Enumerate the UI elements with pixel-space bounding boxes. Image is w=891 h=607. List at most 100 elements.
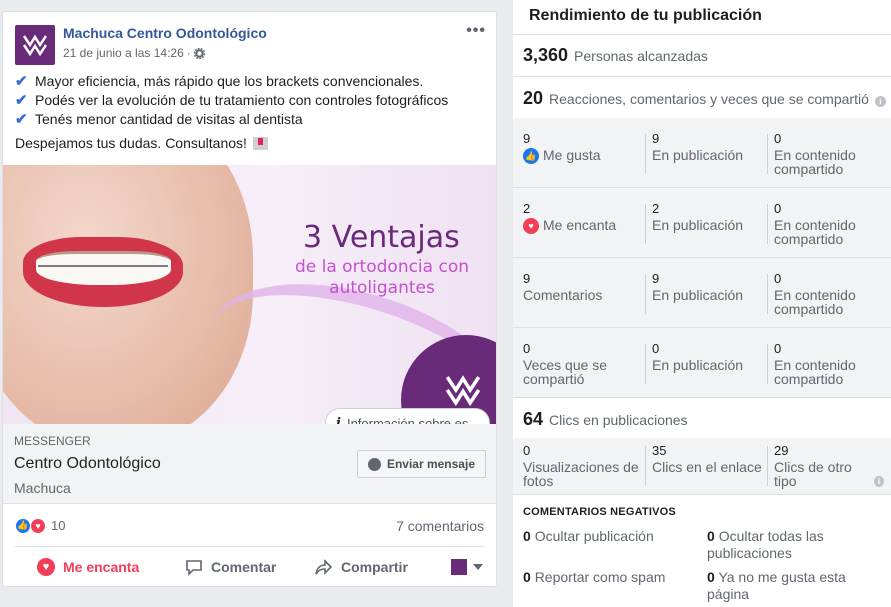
comment-button[interactable]: Comentar — [175, 559, 315, 576]
shares-on-post-value: 0 — [652, 341, 660, 356]
love-reaction-icon: ♥ — [30, 517, 46, 534]
loves-shared-value: 0 — [774, 201, 782, 216]
link-clicks: 35 Clics en el enlace — [652, 443, 762, 475]
messenger-cta[interactable]: MESSENGER Centro Odontológico Machuca En… — [3, 424, 496, 504]
post-closing-text: Despejamos tus dudas. Consultanos! — [15, 135, 247, 151]
post-card: Machuca Centro Odontológico 21 de junio … — [2, 11, 497, 587]
clicks-breakdown: 0 Visualizaciones de fotos 35 Clics en e… — [513, 438, 891, 494]
other-clicks: 29 Clics de otro tipo i — [774, 444, 884, 488]
loves-on-post: 2 En publicación — [652, 202, 744, 233]
loves-total-value: 2 — [523, 201, 531, 216]
gear-icon[interactable] — [193, 47, 205, 59]
teeth-illustration — [36, 251, 171, 285]
page-selector[interactable] — [451, 559, 483, 575]
shares-label: Veces que se compartió — [523, 357, 608, 387]
chevron-down-icon — [473, 564, 483, 570]
mailbox-emoji-icon — [252, 136, 268, 150]
info-icon[interactable]: i — [874, 96, 886, 107]
unlike-page-stat: 0 Ya no me gusta esta página — [707, 569, 882, 603]
reach-value: 3,360 — [523, 45, 569, 65]
tooth-logo-icon — [22, 34, 48, 57]
share-icon — [315, 559, 333, 575]
reactions-breakdown: 9 👍 Me gusta 9 En publicación 0 En conten… — [513, 118, 891, 398]
divider — [645, 274, 646, 314]
send-message-button[interactable]: Enviar mensaje — [356, 450, 486, 478]
tooth-logo-icon — [445, 375, 481, 407]
post-line: ✔ Mayor eficiencia, más rápido que los br… — [15, 72, 490, 91]
hide-post-stat: 0 Ocultar publicación — [523, 528, 698, 545]
likes-shared-label: En contenido compartido — [774, 147, 856, 177]
like-icon: 👍 — [523, 148, 539, 164]
divider — [767, 134, 768, 174]
hide-all-value: 0 — [707, 528, 715, 544]
cta-subtitle: Machuca — [14, 480, 71, 496]
photo-views-value: 0 — [523, 443, 531, 458]
divider — [767, 274, 768, 314]
messenger-icon — [367, 457, 381, 471]
post-timestamp[interactable]: 21 de junio a las 14:26 · — [63, 46, 205, 60]
clicks-stat: 64 Clics en publicaciones — [523, 409, 688, 430]
breakdown-row-loves: 2 ♥ Me encanta 2 En publicación 0 En cont… — [513, 188, 891, 258]
divider — [645, 134, 646, 174]
divider — [767, 344, 768, 384]
comments-on-post: 9 En publicación — [652, 272, 743, 303]
page-avatar-icon — [451, 559, 467, 575]
shares-shared-label: En contenido compartido — [774, 357, 856, 387]
report-spam-stat: 0 Reportar como spam — [523, 569, 698, 586]
post-line-text: Mayor eficiencia, más rápido que los bra… — [35, 73, 424, 89]
share-button[interactable]: Compartir — [315, 559, 445, 575]
unlike-page-value: 0 — [707, 569, 715, 585]
shares-on-post: 0 En publicación — [652, 341, 743, 373]
post-line-text: Podés ver la evolución de tu tratamiento… — [35, 92, 449, 108]
page-name-link[interactable]: Machuca Centro Odontológico — [63, 25, 267, 41]
send-message-label: Enviar mensaje — [386, 457, 475, 471]
divider — [513, 34, 891, 35]
comments-shared-value: 0 — [774, 271, 782, 286]
comments-total: 9 Comentarios — [523, 272, 602, 303]
other-clicks-value: 29 — [774, 443, 789, 458]
insights-title: Rendimiento de tu publicación — [529, 7, 762, 24]
comments-count-link[interactable]: 7 comentarios — [396, 518, 484, 534]
ad-info-label: Información sobre es — [346, 415, 469, 425]
hide-post-value: 0 — [523, 528, 531, 544]
post-date-text[interactable]: 21 de junio a las 14:26 — [63, 46, 184, 60]
page-logo[interactable] — [15, 25, 55, 65]
insights-panel: Rendimiento de tu publicación 3,360 Pers… — [513, 0, 891, 607]
cta-title: Centro Odontológico — [14, 455, 161, 472]
photo-views: 0 Visualizaciones de fotos — [523, 443, 643, 489]
shares-total-value: 0 — [523, 341, 531, 356]
link-clicks-value: 35 — [652, 443, 667, 458]
post-image[interactable]: 3 Ventajas de la ortodoncia con autoliga… — [3, 165, 496, 424]
report-spam-value: 0 — [523, 569, 531, 585]
shares-shared-value: 0 — [774, 341, 782, 356]
info-icon[interactable]: i — [873, 476, 884, 487]
hide-all-stat: 0 Ocultar todas las publicaciones — [707, 528, 882, 562]
brackets-wire — [38, 265, 168, 267]
divider — [513, 76, 891, 77]
negative-feedback-header: COMENTARIOS NEGATIVOS — [523, 506, 676, 518]
reach-label: Personas alcanzadas — [574, 48, 708, 64]
likes-label: Me gusta — [543, 147, 601, 163]
loves-shared: 0 En contenido compartido — [774, 201, 884, 247]
ad-info-button[interactable]: i Información sobre es — [325, 408, 490, 424]
comment-label: Comentar — [211, 559, 277, 575]
likes-total: 9 👍 Me gusta — [523, 132, 601, 164]
post-actions: ♥ Me encanta Comentar Compartir — [15, 552, 484, 582]
likes-on-post: 9 En publicación — [652, 131, 743, 163]
shares-shared: 0 En contenido compartido — [774, 341, 884, 387]
more-options-button[interactable]: ••• — [466, 22, 486, 40]
reaction-count[interactable]: 👍 ♥ 10 — [15, 517, 65, 534]
likes-on-post-value: 9 — [652, 131, 660, 146]
checkmark-icon: ✔ — [15, 111, 28, 128]
loves-on-post-label: En publicación — [652, 217, 744, 233]
heart-icon: ♥ — [523, 218, 539, 234]
reach-stat: 3,360 Personas alcanzadas — [523, 45, 708, 66]
love-button[interactable]: ♥ Me encanta — [15, 558, 175, 576]
breakdown-row-likes: 9 👍 Me gusta 9 En publicación 0 En conten… — [513, 118, 891, 188]
likes-shared: 0 En contenido compartido — [774, 132, 884, 177]
image-title: 3 Ventajas — [303, 220, 460, 255]
post-line: ✔ Tenés menor cantidad de visitas al dent… — [15, 110, 490, 129]
share-label: Compartir — [341, 559, 408, 575]
clicks-label: Clics en publicaciones — [549, 412, 688, 428]
date-separator: · — [186, 46, 191, 60]
